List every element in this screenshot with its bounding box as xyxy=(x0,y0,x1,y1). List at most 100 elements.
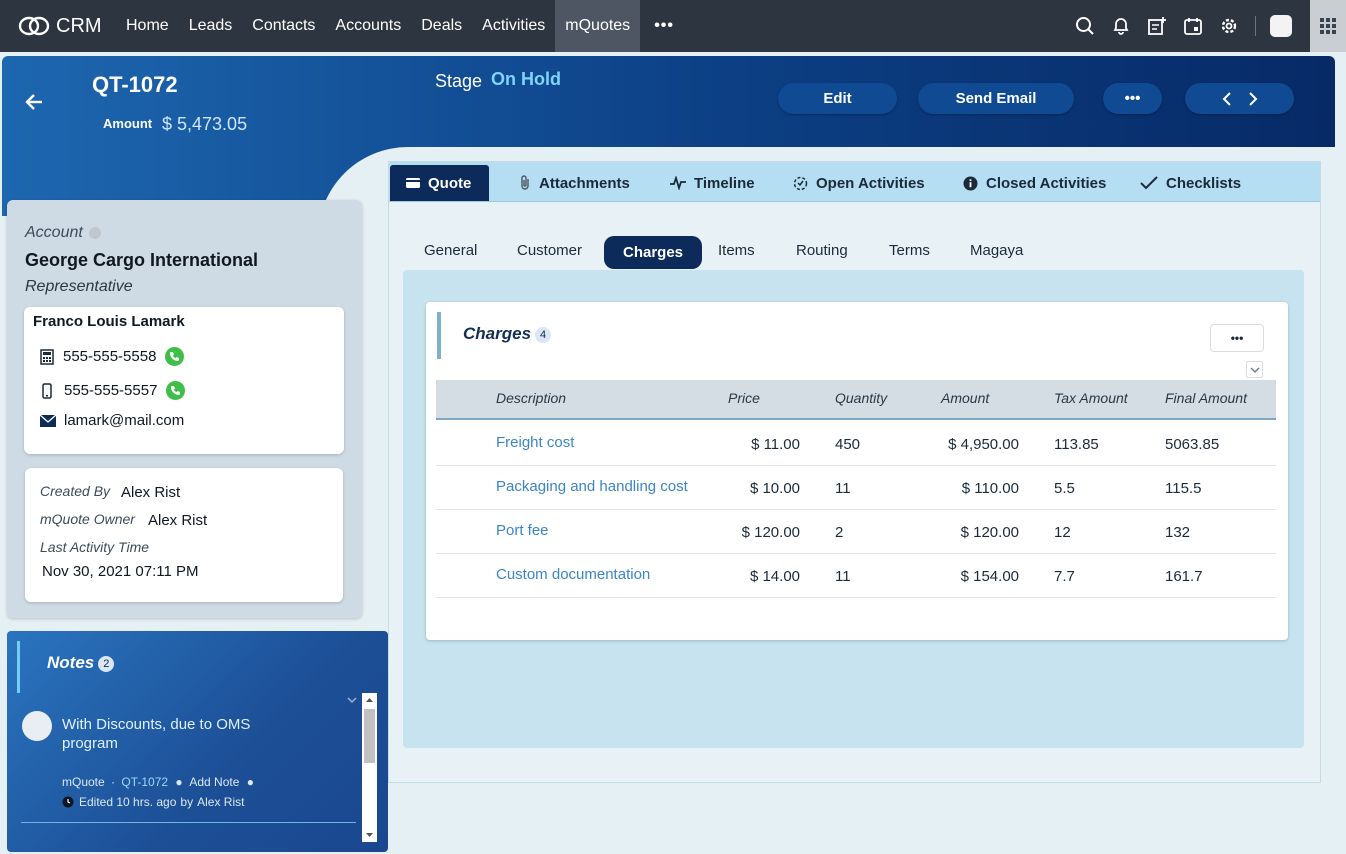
app-name: CRM xyxy=(56,14,102,37)
notes-title: Notes 2 xyxy=(47,653,115,673)
header-more-button[interactable]: ••• xyxy=(1103,83,1162,114)
charge-price: $ 11.00 xyxy=(751,436,800,453)
note-record-link[interactable]: QT-1072 xyxy=(121,775,168,789)
app-grid-icon[interactable] xyxy=(1310,0,1346,52)
charge-amount: $ 4,950.00 xyxy=(948,436,1019,453)
col-tax-amount[interactable]: Tax Amount xyxy=(1054,390,1128,406)
charge-quantity: 450 xyxy=(835,436,861,453)
call-phone-icon[interactable] xyxy=(165,347,185,366)
top-navigation-bar: CRM Home Leads Contacts Accounts Deals A… xyxy=(0,0,1346,52)
account-label: Account xyxy=(25,224,83,241)
subtab-magaya[interactable]: Magaya xyxy=(970,242,1023,259)
tab-timeline[interactable]: Timeline xyxy=(670,165,755,201)
charge-description[interactable]: Freight cost xyxy=(496,434,574,451)
info-circle-icon xyxy=(963,176,978,190)
gear-icon[interactable] xyxy=(1211,0,1247,52)
last-activity-value: Nov 30, 2021 07:11 PM xyxy=(42,563,199,580)
subtab-charges[interactable]: Charges xyxy=(604,236,703,269)
tab-attachments[interactable]: Attachments xyxy=(519,165,630,201)
add-note-link[interactable]: Add Note xyxy=(189,775,239,789)
subtab-terms[interactable]: Terms xyxy=(889,242,930,259)
charge-tax: 12 xyxy=(1054,524,1071,541)
subtab-items[interactable]: Items xyxy=(718,242,755,259)
contact-mobile[interactable]: 555-555-5557 xyxy=(64,382,157,399)
col-quantity[interactable]: Quantity xyxy=(835,390,887,406)
tab-quote[interactable]: Quote xyxy=(390,165,490,201)
quote-id: QT-1072 xyxy=(92,72,178,97)
back-arrow-icon[interactable] xyxy=(24,92,44,117)
charge-description[interactable]: Packaging and handling cost xyxy=(496,478,688,495)
info-icon[interactable] xyxy=(89,227,101,239)
search-icon[interactable] xyxy=(1067,0,1103,52)
nav-home[interactable]: Home xyxy=(116,0,179,52)
charges-more-button[interactable]: ••• xyxy=(1210,324,1264,352)
scroll-down-icon[interactable] xyxy=(362,830,377,840)
checkmark-icon xyxy=(1140,176,1158,190)
created-by-label: Created By xyxy=(40,483,111,499)
charge-final: 5063.85 xyxy=(1165,436,1220,453)
tab-open-activities[interactable]: Open Activities xyxy=(793,165,925,201)
amount-value: $ 5,473.05 xyxy=(162,114,248,134)
calendar-icon[interactable] xyxy=(1175,0,1211,52)
created-by-value: Alex Rist xyxy=(121,484,181,501)
charge-description[interactable]: Port fee xyxy=(496,522,549,539)
toolbar-divider xyxy=(1255,16,1256,36)
nav-contacts[interactable]: Contacts xyxy=(242,0,325,52)
account-name[interactable]: George Cargo International xyxy=(25,250,258,271)
call-mobile-icon[interactable] xyxy=(166,381,186,400)
charge-description[interactable]: Custom documentation xyxy=(496,566,650,583)
charge-amount: $ 120.00 xyxy=(960,524,1019,541)
nav-deals[interactable]: Deals xyxy=(411,0,472,52)
user-avatar[interactable] xyxy=(1270,15,1292,37)
chevron-right-icon[interactable] xyxy=(1246,91,1260,107)
scrollbar-thumb[interactable] xyxy=(364,709,375,763)
col-price[interactable]: Price xyxy=(728,390,760,406)
dashed-clock-icon xyxy=(793,176,808,190)
tab-closed-activities[interactable]: Closed Activities xyxy=(963,165,1106,201)
send-email-button[interactable]: Send Email xyxy=(918,83,1074,114)
note-meta: mQuote · QT-1072 ● Add Note ● xyxy=(62,775,254,789)
col-description[interactable]: Description xyxy=(496,390,566,406)
bell-icon[interactable] xyxy=(1103,0,1139,52)
col-final-amount[interactable]: Final Amount xyxy=(1165,390,1247,406)
contact-email[interactable]: lamark@mail.com xyxy=(64,412,184,429)
charges-accent-bar xyxy=(437,312,441,359)
subtab-customer[interactable]: Customer xyxy=(517,242,582,259)
charge-price: $ 10.00 xyxy=(749,480,800,497)
nav-activities[interactable]: Activities xyxy=(472,0,555,52)
col-amount[interactable]: Amount xyxy=(941,390,989,406)
charge-price: $ 14.00 xyxy=(749,568,800,585)
charges-section: Charges 4 ••• Description Price Quantity … xyxy=(403,270,1304,748)
charge-final: 132 xyxy=(1165,524,1191,541)
table-row: Custom documentation $ 14.00 11 $ 154.00… xyxy=(436,554,1276,598)
mobile-icon xyxy=(42,382,52,399)
note-author-avatar xyxy=(22,711,52,741)
add-note-icon[interactable] xyxy=(1139,0,1175,52)
nav-accounts[interactable]: Accounts xyxy=(325,0,411,52)
notes-scrollbar[interactable] xyxy=(362,693,377,842)
nav-more-button[interactable]: ••• xyxy=(640,0,688,52)
edit-button[interactable]: Edit xyxy=(778,83,897,114)
charge-final: 161.7 xyxy=(1165,568,1203,585)
subtab-routing[interactable]: Routing xyxy=(796,242,848,259)
chevron-left-icon[interactable] xyxy=(1220,91,1234,107)
tab-checklists[interactable]: Checklists xyxy=(1140,165,1241,201)
note-text: With Discounts, due to OMS program xyxy=(62,716,251,752)
contact-name[interactable]: Franco Louis Lamark xyxy=(33,313,185,330)
wallet-icon xyxy=(406,178,420,188)
nav-leads[interactable]: Leads xyxy=(179,0,243,52)
charge-amount: $ 110.00 xyxy=(961,480,1019,497)
scroll-up-icon[interactable] xyxy=(362,695,377,705)
table-row: Packaging and handling cost $ 10.00 11 $… xyxy=(436,466,1276,510)
note-edit-info: Edited 10 hrs. ago by Alex Rist xyxy=(62,795,244,809)
crm-logo[interactable]: CRM xyxy=(18,15,116,38)
stage-value: On Hold xyxy=(491,69,561,89)
notes-accent-bar xyxy=(17,641,20,693)
stage-label: Stage xyxy=(435,71,483,91)
nav-mquotes[interactable]: mQuotes xyxy=(555,0,641,52)
charge-quantity: 11 xyxy=(835,568,851,585)
contact-phone[interactable]: 555-555-5558 xyxy=(63,348,156,365)
chevron-down-icon[interactable] xyxy=(1246,361,1263,378)
chevron-down-icon[interactable] xyxy=(346,695,358,705)
subtab-general[interactable]: General xyxy=(424,242,477,259)
